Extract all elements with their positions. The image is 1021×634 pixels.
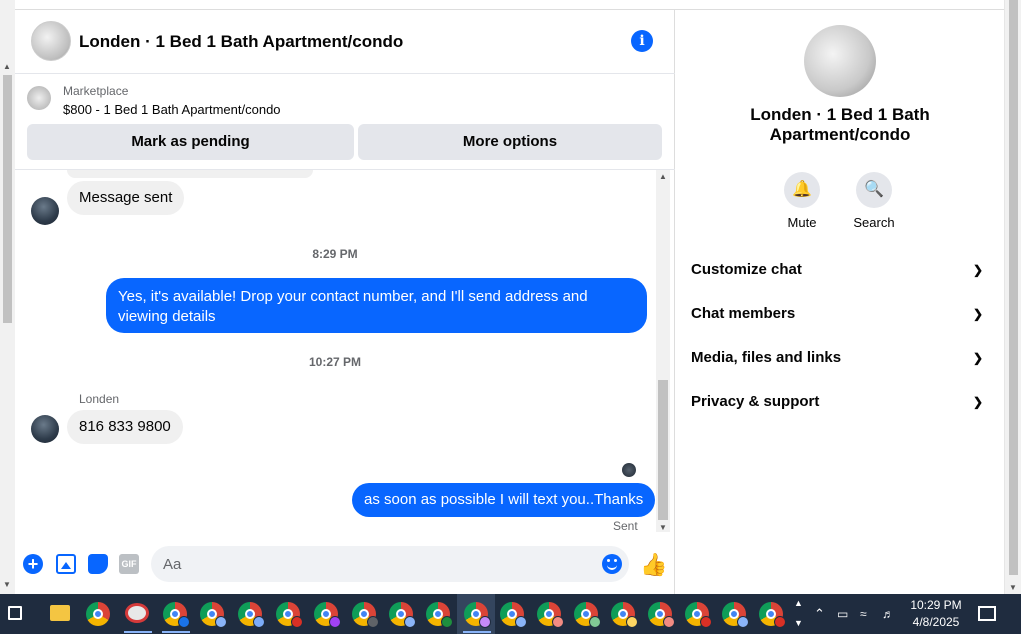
section-media-files-links[interactable]: Media, files and links ❯ <box>691 338 991 378</box>
section-privacy-support[interactable]: Privacy & support ❯ <box>691 382 991 422</box>
clock-time: 10:29 PM <box>910 598 962 612</box>
section-label: Chat members <box>691 305 796 322</box>
chat-title[interactable]: Londen · 1 Bed 1 Bath Apartment/condo <box>79 32 403 52</box>
chrome-profile-icon[interactable] <box>722 602 749 628</box>
listing-avatar[interactable] <box>31 21 71 61</box>
battery-icon[interactable]: ▭ <box>837 594 848 634</box>
section-customize-chat[interactable]: Customize chat ❯ <box>691 250 991 290</box>
volume-icon[interactable]: ♬ <box>882 594 894 634</box>
taskbar-running-indicator <box>162 631 190 633</box>
chrome-profile-icon[interactable] <box>276 602 303 628</box>
chrome-profile-icon[interactable] <box>200 602 227 628</box>
chrome-profile-icon[interactable] <box>163 602 190 628</box>
chevron-down-icon: ❯ <box>972 263 983 277</box>
section-label: Privacy & support <box>691 393 820 410</box>
message-list[interactable]: Message sent 8:29 PM Yes, it's available… <box>15 170 675 542</box>
details-panel: Londen · 1 Bed 1 Bath Apartment/condo 🔔 … <box>676 10 1004 594</box>
taskbar: ▲ ▼ ⌃ ▭ ≈ ♬ 10:29 PM 4/8/2025 <box>0 594 1021 634</box>
top-strip <box>15 0 1004 10</box>
message-bubble-incoming[interactable]: 816 833 9800 <box>67 410 183 444</box>
listing-photo[interactable] <box>804 25 876 97</box>
wifi-icon[interactable]: ≈ <box>860 594 867 634</box>
section-label: Media, files and links <box>691 349 842 366</box>
composer: + GIF 👍 <box>15 542 675 594</box>
gif-icon[interactable]: GIF <box>119 554 139 574</box>
chrome-profile-icon[interactable] <box>352 602 379 628</box>
message-input[interactable] <box>151 546 629 582</box>
file-explorer-icon[interactable] <box>50 605 70 621</box>
mute-label: Mute <box>787 215 817 230</box>
sender-avatar[interactable] <box>31 415 59 443</box>
search-button[interactable]: 🔍 Search <box>839 172 909 230</box>
scroll-down-arrow-icon[interactable]: ▼ <box>1009 583 1017 592</box>
photo-icon[interactable] <box>56 554 76 574</box>
chevron-down-icon: ❯ <box>972 395 983 409</box>
chrome-profile-icon[interactable] <box>685 602 712 628</box>
clipped-message-bubble <box>67 170 313 178</box>
page-scrollbar-left[interactable]: ▲ ▼ <box>0 0 15 594</box>
chrome-profile-icon[interactable] <box>389 602 416 628</box>
scroll-down-arrow-icon[interactable]: ▼ <box>3 580 11 589</box>
mark-as-pending-button[interactable]: Mark as pending <box>27 124 354 160</box>
task-view-icon[interactable] <box>8 606 22 620</box>
section-label: Customize chat <box>691 261 802 278</box>
chrome-profile-icon[interactable] <box>314 602 341 628</box>
scroll-down-arrow-icon[interactable]: ▼ <box>659 523 667 532</box>
section-chat-members[interactable]: Chat members ❯ <box>691 294 991 334</box>
chrome-profile-icon[interactable] <box>464 602 491 628</box>
scroll-up-arrow-icon[interactable]: ▲ <box>659 172 667 181</box>
sticker-icon[interactable] <box>88 554 108 574</box>
chrome-profile-icon[interactable] <box>648 602 675 628</box>
details-title: Londen · 1 Bed 1 Bath Apartment/condo <box>750 105 930 144</box>
sender-avatar[interactable] <box>31 197 59 225</box>
seen-avatar <box>622 463 636 477</box>
taskbar-clock[interactable]: 10:29 PM 4/8/2025 <box>900 597 972 631</box>
chevron-down-icon: ❯ <box>972 351 983 365</box>
clock-date: 4/8/2025 <box>912 615 960 629</box>
emoji-icon[interactable] <box>602 554 622 574</box>
taskbar-running-indicator <box>124 631 152 633</box>
taskbar-scroll-down-icon[interactable]: ▼ <box>794 616 803 634</box>
chrome-profile-icon[interactable] <box>537 602 564 628</box>
delivery-status: Sent <box>613 519 638 533</box>
timestamp: 8:29 PM <box>312 247 358 261</box>
chrome-profile-icon[interactable] <box>574 602 601 628</box>
scroll-up-arrow-icon[interactable]: ▲ <box>3 62 11 71</box>
more-options-button[interactable]: More options <box>358 124 662 160</box>
chrome-profile-icon[interactable] <box>426 602 453 628</box>
thumbs-up-icon[interactable]: 👍 <box>640 552 667 578</box>
marketplace-bar: Marketplace $800 - 1 Bed 1 Bath Apartmen… <box>15 74 675 170</box>
info-icon[interactable]: i <box>631 30 653 52</box>
scrollbar-thumb[interactable] <box>1009 0 1018 575</box>
notification-center-icon[interactable] <box>978 606 996 621</box>
chat-header: Londen · 1 Bed 1 Bath Apartment/condo i <box>15 10 675 74</box>
marketplace-label: Marketplace <box>63 84 129 98</box>
bell-icon[interactable]: 🔔 <box>784 172 820 208</box>
chrome-profile-icon[interactable] <box>500 602 527 628</box>
chrome-profile-icon[interactable] <box>238 602 265 628</box>
message-bubble-incoming[interactable]: Message sent <box>67 181 185 215</box>
message-bubble-outgoing[interactable]: as soon as possible I will text you..Tha… <box>352 483 656 517</box>
scrollbar-thumb[interactable] <box>3 75 12 323</box>
chrome-icon[interactable] <box>86 602 110 626</box>
listing-thumbnail[interactable] <box>27 86 51 110</box>
sender-name: Londen <box>79 392 120 406</box>
message-bubble-outgoing[interactable]: Yes, it's available! Drop your contact n… <box>106 278 647 333</box>
timestamp: 10:27 PM <box>308 355 362 369</box>
plus-icon[interactable]: + <box>23 554 43 574</box>
message-scrollbar[interactable]: ▲ ▼ <box>656 170 670 532</box>
scrollbar-thumb[interactable] <box>658 380 668 520</box>
search-icon[interactable]: 🔍 <box>856 172 892 208</box>
paint-icon[interactable] <box>125 603 149 623</box>
chevron-down-icon: ❯ <box>972 307 983 321</box>
page-scrollbar-right[interactable]: ▼ <box>1004 0 1021 594</box>
listing-summary[interactable]: $800 - 1 Bed 1 Bath Apartment/condo <box>63 102 281 117</box>
search-label: Search <box>853 215 895 230</box>
chrome-profile-icon[interactable] <box>611 602 638 628</box>
tray-chevron-up-icon[interactable]: ⌃ <box>814 594 825 634</box>
mute-button[interactable]: 🔔 Mute <box>767 172 837 230</box>
taskbar-running-indicator <box>463 631 491 633</box>
chat-panel: Londen · 1 Bed 1 Bath Apartment/condo i … <box>15 10 675 594</box>
chrome-profile-icon[interactable] <box>759 602 786 628</box>
